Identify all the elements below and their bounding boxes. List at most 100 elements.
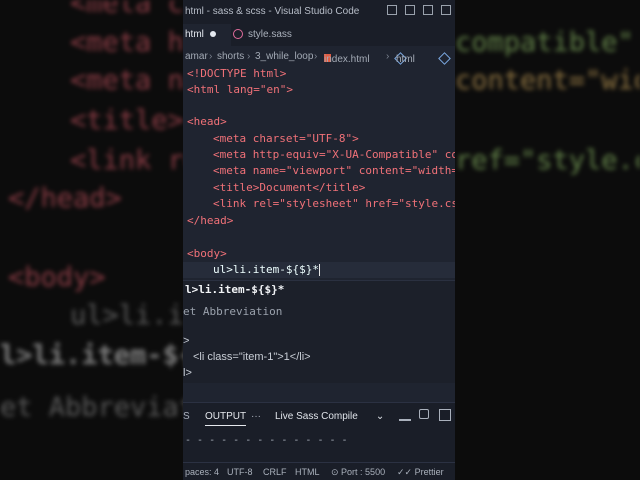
breadcrumb-item[interactable]: amar [185,51,208,62]
body-open-tag: <body> [187,247,227,260]
breadcrumb-separator: › [209,51,213,62]
code-line-13: ul>li.item-${$}* [187,262,320,278]
modified-dot-icon[interactable] [209,31,216,38]
bg-line: et Abbreviat [0,392,195,423]
head-close-tag: </head> [187,214,234,227]
clear-output-icon[interactable] [399,409,411,421]
title-bar: html - sass & scss - Visual Studio Code [183,0,455,24]
toggle-secondary-sidebar-icon[interactable] [423,5,433,15]
text-cursor [318,264,320,276]
code-line-6: <meta http-equiv="X-UA-Compatible" co [187,147,455,163]
tab-label: style.sass [248,29,292,40]
bg-line: <meta c [70,0,184,19]
emmet-suggestion-widget[interactable]: l>li.item-${$}* et Abbreviation > <li cl… [183,280,455,383]
breadcrumb-separator: › [386,51,390,62]
breadcrumb-item[interactable]: 3_while_loop [255,51,313,62]
lock-icon[interactable] [419,409,429,419]
bg-text: l>li.item-${ [0,340,196,371]
sass-file-icon [233,29,243,40]
bg-line: <title> [70,105,184,136]
chevron-down-icon: ⌄ [375,411,385,422]
double-check-icon: ✓✓ [397,467,415,477]
doctype: <!DOCTYPE html> [187,67,287,80]
bg-text: </head> [8,183,122,214]
bg-line: <body> [8,262,106,293]
broadcast-icon: ⊙ [331,467,342,477]
breadcrumb: amar › shorts › 3_while_loop › index.htm… [183,48,455,66]
breadcrumb-file-label: index.html [324,54,370,65]
panel-tab-partial[interactable]: S [183,411,190,422]
editor-tabs: html style.sass [183,24,455,46]
bg-line: ul>li.i [70,300,184,331]
bg-text: <meta c [70,0,184,19]
bg-line: </head> [8,183,122,214]
code-line-2: <html lang="en"> [187,82,293,98]
bottom-panel: S OUTPUT ··· Live Sass Compile ⌄ - - - - … [183,402,455,463]
code-line-4: <head> [187,114,227,130]
code-line-9: <link rel="stylesheet" href="style.cs [187,196,455,212]
html-open-tag: <html lang="en"> [187,83,293,96]
breadcrumb-symbol-label: html [396,54,415,65]
code-line-5: <meta charset="UTF-8"> [187,131,359,147]
code-line-8: <title>Document</title> [187,180,365,196]
breadcrumb-item[interactable]: shorts [217,51,244,62]
bg-text: ul>li.i [70,300,184,331]
preview-line: l> [183,367,192,379]
bg-text: <title> [70,105,184,136]
status-live-server[interactable]: ⊙ Port : 5500 [331,467,385,478]
bg-text: content="width= [455,65,640,96]
customize-layout-icon[interactable] [441,5,451,15]
bg-text: ref="style.cs [455,145,640,176]
open-in-editor-icon[interactable] [439,409,451,421]
suggestion-type-label: et Abbreviation [183,305,283,318]
status-prettier[interactable]: ✓✓ Prettier [397,467,444,478]
bg-text: compatible" co [455,27,640,58]
code-line-10: </head> [187,213,233,229]
output-text: - - - - - - - - - - - - - - [185,435,348,446]
window-title: html - sass & scss - Visual Studio Code [185,6,360,17]
output-channel-select[interactable]: Live Sass Compile ⌄ [275,411,384,422]
breadcrumb-separator: › [247,51,251,62]
head-open-tag: <head> [187,115,227,128]
bg-line: content="width= [455,65,640,96]
bg-line: compatible" co [455,27,640,58]
preview-line: > [183,335,190,347]
status-encoding[interactable]: UTF-8 [227,467,253,477]
toggle-sidebar-icon[interactable] [387,5,397,15]
link-stylesheet: <link rel="stylesheet" href="style.cs [213,197,455,210]
bg-line: <link re [70,145,200,176]
meta-charset: <meta charset="UTF-8"> [213,132,359,145]
meta-viewport: <meta name="viewport" content="width= [213,164,455,177]
toggle-panel-icon[interactable] [405,5,415,15]
symbol-element-icon [438,52,451,65]
code-line-1: <!DOCTYPE html> [187,66,286,82]
bg-line: ref="style.cs [455,145,640,176]
status-indentation[interactable]: paces: 4 [185,467,219,477]
suggestion-abbreviation[interactable]: l>li.item-${$}* [185,283,284,296]
layout-controls [387,5,451,15]
tab-output[interactable]: OUTPUT [205,411,247,426]
code-line-12: <body> [187,246,227,262]
bg-text: <meta ht [70,27,201,58]
bg-text: <meta na [70,65,201,96]
status-prettier-label: Prettier [414,467,444,477]
vscode-window: html - sass & scss - Visual Studio Code … [183,0,455,480]
meta-http-equiv: <meta http-equiv="X-UA-Compatible" co [213,148,455,161]
breadcrumb-separator: › [314,51,318,62]
bg-line: <meta na [70,65,200,96]
bg-line: <meta ht [70,27,200,58]
tab-style-sass[interactable]: style.sass [233,24,292,46]
emmet-input-text: ul>li.item-${$}* [213,263,319,276]
bg-text: <body> [8,262,106,293]
bg-text: et Abbreviat [0,392,196,423]
tab-index-html[interactable]: html [183,24,231,46]
status-language[interactable]: HTML [295,467,320,477]
status-eol[interactable]: CRLF [263,467,287,477]
bg-line: l>li.item-${ [0,340,195,371]
output-channel-label: Live Sass Compile [275,411,358,422]
more-actions-icon[interactable]: ··· [251,411,261,422]
bg-text: <link re [70,145,201,176]
tab-label: html [185,29,204,40]
code-line-7: <meta name="viewport" content="width= [187,163,455,179]
status-bar: paces: 4 UTF-8 CRLF HTML ⊙ Port : 5500 ✓… [183,462,455,480]
